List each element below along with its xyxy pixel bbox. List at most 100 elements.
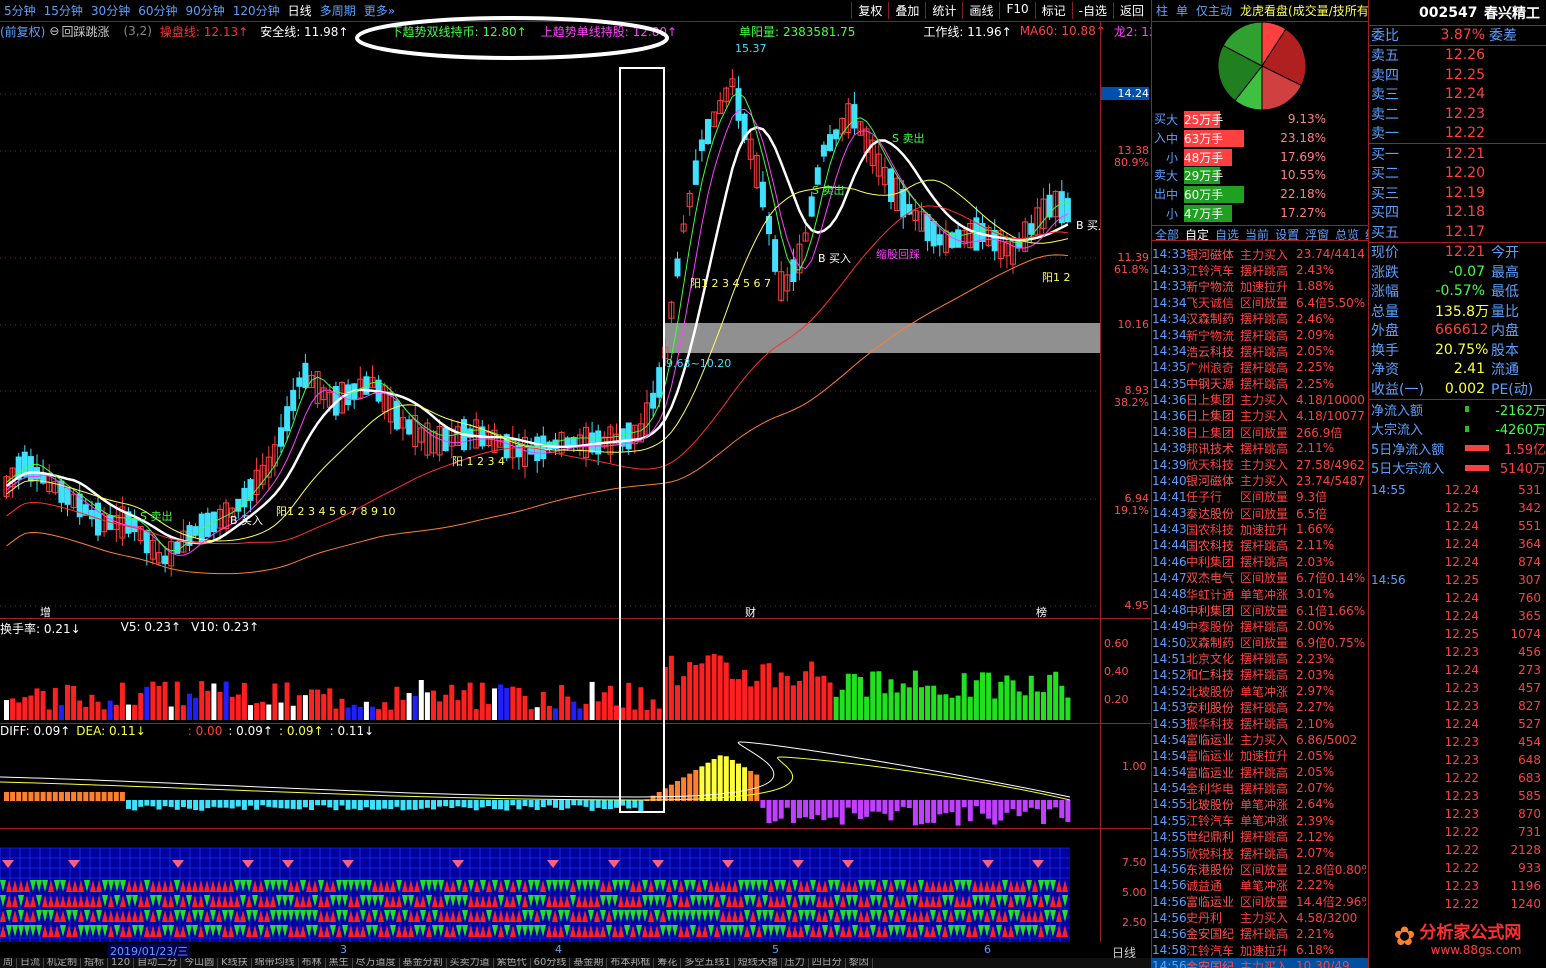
panel-tab[interactable]: 龙虎看盘(成交量/技所有) [1236, 2, 1377, 19]
alert-row[interactable]: 14:34 飞天诚信 区间放量 6.4倍5.50% [1152, 295, 1368, 311]
alert-row[interactable]: 14:56 金安国纪 主力买入 10.30/49 [1152, 958, 1368, 968]
ask-price: 12.25 [1444, 66, 1485, 83]
alert-type: 摆杆跳高 [1240, 652, 1289, 667]
alert-stock: 飞天诚信 [1186, 296, 1235, 311]
alert-row[interactable]: 14:38 日上集团 区间放量 266.9倍 [1152, 424, 1368, 440]
alert-row[interactable]: 14:54 富临运业 加速拉升 2.05% [1152, 748, 1368, 764]
alert-stock: 汉森制药 [1186, 312, 1235, 327]
alert-row[interactable]: 14:33 新宁物流 加速拉升 1.88% [1152, 278, 1368, 294]
alert-stock: 中泰股份 [1186, 619, 1235, 634]
alert-type: 单笔冲涨 [1240, 797, 1289, 812]
alert-row[interactable]: 14:56 诚益通 单笔冲涨 2.22% [1152, 877, 1368, 893]
alert-row[interactable]: 14:33 江铃汽车 摆杆跳高 2.43% [1152, 262, 1368, 278]
alert-value: 2.12% [1296, 829, 1335, 844]
alert-row[interactable]: 14:33 银河磁体 主力买入 23.74/4414 [1152, 246, 1368, 262]
alert-row[interactable]: 14:46 中利集团 摆杆跳高 2.03% [1152, 554, 1368, 570]
alert-value: 6.7倍0.14% [1296, 571, 1366, 586]
alert-time: 14:34 [1152, 344, 1186, 359]
alert-type: 摆杆跳高 [1240, 360, 1289, 375]
alert-row[interactable]: 14:41 任子行 区间放量 9.3倍 [1152, 489, 1368, 505]
panel-tab[interactable]: 单 [1172, 2, 1192, 19]
alert-stock: 中钢天源 [1186, 377, 1235, 392]
alert-row[interactable]: 14:58 江铃汽车 加速拉升 6.18% [1152, 942, 1368, 958]
alert-row[interactable]: 14:34 新宁物流 摆杆跳高 2.09% [1152, 327, 1368, 343]
flow-pct: 9.13% [1287, 112, 1326, 126]
alert-row[interactable]: 14:54 金利华电 摆杆跳高 2.07% [1152, 780, 1368, 796]
alert-row[interactable]: 14:56 史丹利 主力买入 4.58/3200 [1152, 910, 1368, 926]
alert-row[interactable]: 14:50 汉森制药 区间放量 6.9倍0.75% [1152, 635, 1368, 651]
alert-tab[interactable]: 设置 [1272, 226, 1302, 242]
alert-row[interactable]: 14:54 富临运业 主力买入 6.86/5002 [1152, 732, 1368, 748]
alert-row[interactable]: 14:55 世纪鼎利 摆杆跳高 2.12% [1152, 829, 1368, 845]
tick-price: 12.22 [1444, 861, 1479, 875]
alert-stock: 金安国纪 [1186, 927, 1235, 942]
alert-row[interactable]: 14:43 泰达股份 区间放量 6.5倍 [1152, 505, 1368, 521]
alert-row[interactable]: 14:53 安利股份 摆杆跳高 2.27% [1152, 699, 1368, 715]
alert-row[interactable]: 14:36 日上集团 主力买入 4.18/10000 [1152, 392, 1368, 408]
alert-row[interactable]: 14:51 北京文化 摆杆跳高 2.23% [1152, 651, 1368, 667]
flow-size: 中 [1166, 131, 1179, 146]
flow-value: 1.59亿 [1504, 442, 1546, 458]
alert-time: 14:50 [1152, 635, 1186, 650]
alert-row[interactable]: 14:55 欣锐科技 摆杆跳高 2.07% [1152, 845, 1368, 861]
flow-hand: 25万手 [1184, 110, 1224, 128]
alert-row[interactable]: 14:55 江铃汽车 单笔冲涨 2.39% [1152, 813, 1368, 829]
alert-row[interactable]: 14:48 华虹计通 单笔冲涨 3.01% [1152, 586, 1368, 602]
alert-row[interactable]: 14:43 国农科技 加速拉升 1.66% [1152, 521, 1368, 537]
alert-row[interactable]: 14:35 广州浪奇 摆杆跳高 2.25% [1152, 359, 1368, 375]
alert-value: 2.05% [1296, 748, 1335, 763]
alert-row[interactable]: 14:38 邦讯技术 摆杆跳高 2.11% [1152, 440, 1368, 456]
tick-price: 12.24 [1444, 555, 1479, 569]
panel-tab[interactable]: 柱 [1152, 2, 1172, 19]
flow-row: 5日净流入额 1.59亿 [1369, 439, 1546, 459]
alert-row[interactable]: 14:48 中利集团 区间放量 6.1倍1.66% [1152, 602, 1368, 618]
alert-row[interactable]: 14:47 双杰电气 区间放量 6.7倍0.14% [1152, 570, 1368, 586]
stat-extra-label: 最低 [1491, 284, 1519, 301]
alert-row[interactable]: 14:54 富临运业 摆杆跳高 2.05% [1152, 764, 1368, 780]
alert-row[interactable]: 14:52 北玻股份 单笔冲涨 2.97% [1152, 683, 1368, 699]
alert-row[interactable]: 14:56 东港股份 区间放量 12.8倍0.80% [1152, 861, 1368, 877]
alert-row[interactable]: 14:56 金安国纪 摆杆跳高 2.21% [1152, 926, 1368, 942]
alert-row[interactable]: 14:52 和仁科技 摆杆跳高 2.03% [1152, 667, 1368, 683]
alert-row[interactable]: 14:44 国农科技 摆杆跳高 2.11% [1152, 537, 1368, 553]
bid-label: 买一 [1371, 146, 1399, 163]
tick-row: 12.25 1074 [1369, 625, 1546, 643]
alert-row[interactable]: 14:35 中钢天源 摆杆跳高 2.25% [1152, 376, 1368, 392]
alert-row[interactable]: 14:36 日上集团 主力买入 4.18/10077 [1152, 408, 1368, 424]
alert-row[interactable]: 14:55 北玻股份 单笔冲涨 2.64% [1152, 796, 1368, 812]
alert-tab[interactable]: 自定 [1182, 226, 1212, 242]
alert-tab[interactable]: 总览 [1332, 226, 1362, 242]
alert-row[interactable]: 14:53 振华科技 摆杆跳高 2.10% [1152, 715, 1368, 732]
panel-tab[interactable]: 仅主动 [1192, 2, 1236, 19]
alert-tab[interactable]: 浮窗 [1302, 226, 1332, 242]
alert-type: 主力买入 [1240, 959, 1289, 968]
tick-volume: 827 [1518, 699, 1541, 713]
alert-stock: 北京文化 [1186, 652, 1235, 667]
alert-row[interactable]: 14:34 浩云科技 摆杆跳高 2.05% [1152, 343, 1368, 359]
tick-time: 14:56 [1371, 573, 1406, 587]
tick-volume: 683 [1518, 771, 1541, 785]
tick-row: 12.22 683 [1369, 769, 1546, 787]
alert-value: 2.22% [1296, 878, 1335, 893]
alert-value: 2.00% [1296, 619, 1335, 634]
alert-time: 14:56 [1152, 959, 1186, 968]
flow-row: 5日大宗流入 5140万 [1369, 458, 1546, 478]
alert-type: 加速拉升 [1240, 749, 1289, 764]
alert-type: 加速拉升 [1240, 943, 1289, 958]
tick-volume: 456 [1518, 645, 1541, 659]
alert-tab[interactable]: 当前 [1242, 226, 1272, 242]
alert-stock: 富临运业 [1186, 749, 1235, 764]
alert-type: 摆杆跳高 [1240, 328, 1289, 343]
alert-row[interactable]: 14:34 汉森制药 摆杆跳高 2.46% [1152, 311, 1368, 327]
alert-row[interactable]: 14:40 银河磁体 主力买入 23.74/5487 [1152, 473, 1368, 489]
alert-stock: 北玻股份 [1186, 684, 1235, 699]
alert-type: 摆杆跳高 [1240, 263, 1289, 278]
alert-type: 摆杆跳高 [1240, 555, 1289, 570]
alert-tab[interactable]: 自选 [1212, 226, 1242, 242]
alert-row[interactable]: 14:56 富临运业 区间放量 14.4倍2.96% [1152, 894, 1368, 910]
alert-stock: 双杰电气 [1186, 571, 1235, 586]
alert-stock: 振华科技 [1186, 717, 1235, 732]
alert-tab[interactable]: 全部 [1152, 226, 1182, 242]
alert-row[interactable]: 14:39 欣天科技 主力买入 27.58/4962 [1152, 456, 1368, 473]
alert-row[interactable]: 14:49 中泰股份 摆杆跳高 2.00% [1152, 618, 1368, 634]
